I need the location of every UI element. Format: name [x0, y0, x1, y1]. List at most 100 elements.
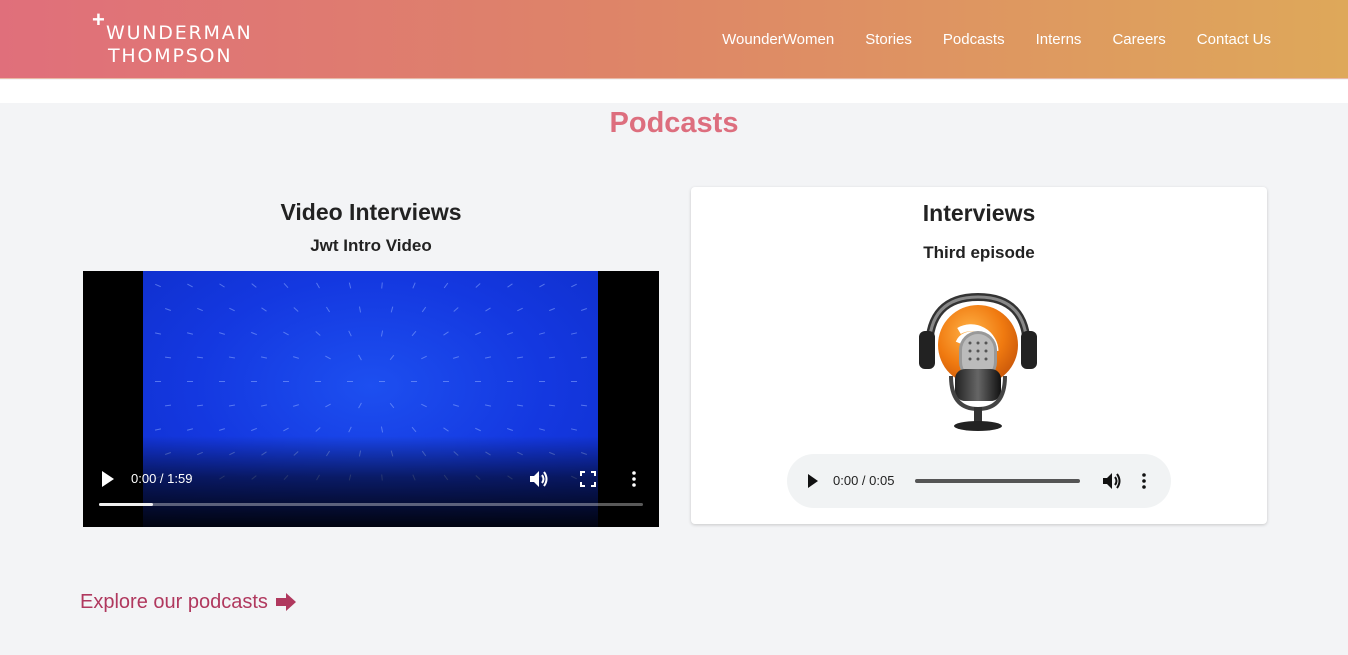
- video-sparkle: [325, 306, 331, 313]
- play-icon[interactable]: [101, 471, 115, 487]
- video-sparkle: [228, 404, 236, 407]
- video-sparkle: [348, 282, 352, 289]
- brand-logo[interactable]: + WUNDERMAN THOMPSON: [92, 7, 253, 68]
- video-sparkle: [186, 332, 194, 335]
- logo-text-line1: WUNDERMAN: [106, 22, 253, 44]
- video-sparkle: [196, 356, 204, 359]
- video-sparkle: [484, 404, 492, 407]
- video-sparkle: [186, 428, 194, 431]
- main-nav: WounderWomen Stories Podcasts Interns Ca…: [722, 30, 1271, 49]
- video-sparkle: [411, 426, 417, 433]
- audio-time: 0:00 / 0:05: [833, 473, 895, 488]
- video-player[interactable]: 0:00 / 1:59: [83, 271, 659, 527]
- logo-text-line2: THOMPSON: [108, 45, 233, 67]
- nav-podcasts[interactable]: Podcasts: [943, 30, 1005, 49]
- video-sparkle: [570, 428, 578, 431]
- video-sparkle: [380, 330, 384, 337]
- video-sparkle: [580, 356, 588, 359]
- video-sparkle: [443, 282, 449, 289]
- video-sparkle: [187, 381, 193, 382]
- video-sparkle: [421, 306, 427, 313]
- nav-careers[interactable]: Careers: [1112, 30, 1165, 49]
- video-sparkle: [475, 427, 481, 432]
- video-sparkle: [251, 331, 257, 336]
- video-sparkle: [187, 283, 193, 288]
- video-sparkle: [517, 307, 523, 312]
- video-sparkle: [358, 402, 362, 409]
- video-sparkle: [292, 356, 300, 359]
- video-sparkle: [260, 404, 268, 407]
- video-sparkle: [381, 282, 383, 289]
- audio-player[interactable]: 0:00 / 0:05: [787, 454, 1171, 508]
- page-title: Podcasts: [609, 107, 739, 139]
- header-spacer: [0, 80, 1348, 103]
- video-sparkle: [293, 307, 299, 312]
- video-sparkle: [251, 427, 257, 432]
- nav-contact-us[interactable]: Contact Us: [1197, 30, 1271, 49]
- video-sparkle: [443, 331, 449, 336]
- video-sparkle: [155, 381, 161, 382]
- video-sparkle: [549, 307, 555, 312]
- explore-podcasts-label: Explore our podcasts: [80, 591, 268, 613]
- more-options-icon[interactable]: [629, 470, 639, 488]
- video-sparkle: [196, 404, 204, 407]
- video-sparkle: [154, 332, 162, 335]
- video-sparkle: [580, 308, 588, 311]
- volume-icon[interactable]: [529, 470, 549, 488]
- video-sparkle: [484, 356, 492, 359]
- video-sparkle: [164, 404, 172, 407]
- video-sparkle: [283, 381, 289, 382]
- video-sparkle: [292, 404, 300, 407]
- video-sparkle: [516, 404, 524, 407]
- video-sparkle: [389, 354, 395, 361]
- video-sparkle: [421, 403, 427, 408]
- logo-plus-mark: +: [92, 7, 105, 32]
- video-sparkle: [538, 332, 546, 335]
- video-sparkle: [260, 356, 268, 359]
- video-sparkle: [412, 282, 416, 289]
- video-sparkle: [348, 426, 352, 433]
- video-sparkle: [443, 427, 449, 432]
- podcast-microphone-icon: [919, 292, 1037, 431]
- video-sparkle: [475, 381, 481, 382]
- video-sparkle: [548, 356, 556, 359]
- site-header: + WUNDERMAN THOMPSON WounderWomen Storie…: [0, 0, 1348, 79]
- audio-progress-bar[interactable]: [915, 479, 1080, 483]
- episode-title: Third episode: [923, 243, 1035, 262]
- video-sparkle: [315, 331, 321, 336]
- video-sparkle: [219, 381, 225, 382]
- more-options-icon[interactable]: [1139, 472, 1149, 490]
- video-sparkle: [580, 404, 588, 407]
- fullscreen-icon[interactable]: [580, 471, 596, 487]
- nav-interns[interactable]: Interns: [1036, 30, 1082, 49]
- video-sparkle: [261, 307, 267, 312]
- video-sparkle: [379, 381, 385, 382]
- video-sparkle: [443, 381, 449, 382]
- video-title: Jwt Intro Video: [310, 236, 432, 255]
- video-sparkle: [219, 283, 225, 288]
- video-sparkle: [229, 307, 235, 312]
- video-interviews-section: Video Interviews Jwt Intro Video: [83, 196, 659, 258]
- video-sparkle: [390, 306, 394, 313]
- volume-icon[interactable]: [1102, 472, 1122, 490]
- video-sparkle: [197, 307, 203, 312]
- arrow-right-icon: [275, 593, 296, 611]
- video-sparkle: [571, 381, 577, 382]
- video-sparkle: [218, 428, 226, 431]
- video-sparkle: [475, 283, 481, 288]
- video-section-heading: Video Interviews: [280, 199, 462, 225]
- explore-podcasts-link[interactable]: Explore our podcasts: [80, 589, 296, 615]
- video-sparkle: [539, 283, 545, 288]
- video-sparkle: [452, 356, 460, 359]
- nav-wounderwomen[interactable]: WounderWomen: [722, 30, 834, 49]
- play-icon[interactable]: [807, 474, 819, 488]
- video-sparkle: [507, 332, 513, 335]
- video-sparkle: [228, 356, 236, 359]
- video-progress-bar[interactable]: [99, 503, 643, 506]
- video-progress-fill: [99, 503, 154, 506]
- nav-stories[interactable]: Stories: [865, 30, 912, 49]
- video-sparkle: [507, 283, 513, 288]
- video-sparkle: [154, 428, 162, 431]
- interviews-card: Interviews Third episode 0:00 / 0:05: [691, 187, 1267, 524]
- video-sparkle: [475, 331, 481, 336]
